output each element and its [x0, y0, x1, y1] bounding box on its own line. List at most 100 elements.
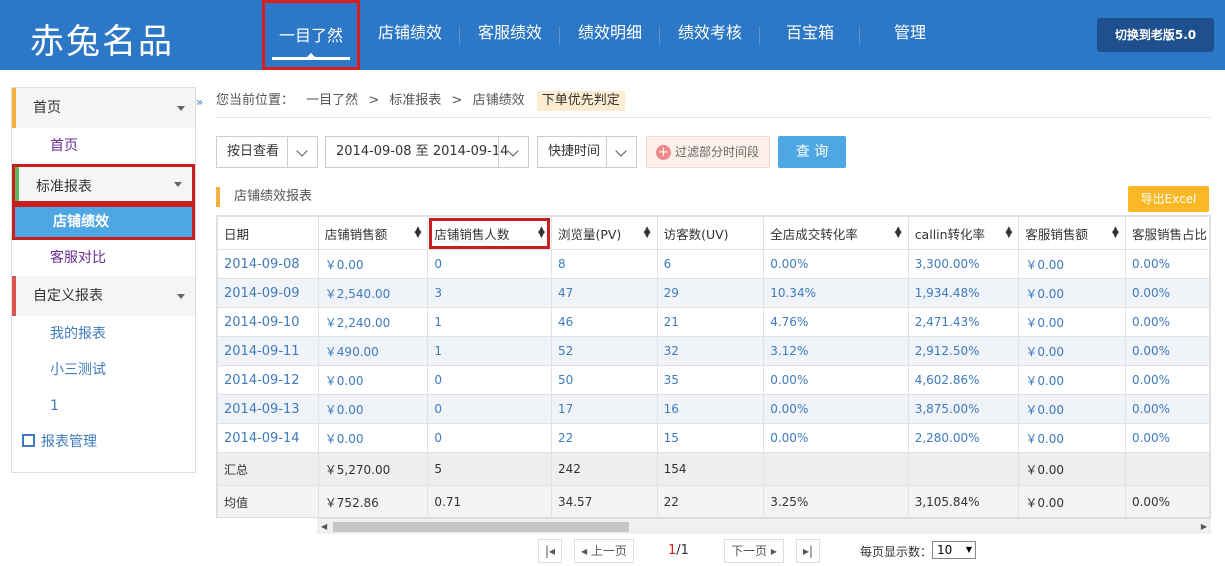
table-cell: ￥0.00: [1018, 278, 1126, 308]
sort-icon[interactable]: ▲ ▼: [1005, 226, 1012, 240]
page-indicator: 1/1: [668, 543, 689, 558]
nav-toolbox[interactable]: 百宝箱: [760, 0, 860, 70]
table-cell: ￥490.00: [317, 336, 429, 366]
sort-icon[interactable]: ▲ ▼: [414, 226, 421, 240]
table-cell: 0: [427, 249, 552, 279]
chevron-right-icon: >: [451, 93, 463, 108]
date-cell[interactable]: 2014-09-10: [217, 307, 319, 337]
sidebar-item-my-reports[interactable]: 我的报表: [12, 316, 195, 352]
sort-icon[interactable]: ▲ ▼: [1112, 226, 1119, 240]
breadcrumb-link-standard-reports[interactable]: 标准报表: [389, 93, 441, 108]
sort-icon[interactable]: ▲ ▼: [538, 226, 545, 240]
table-cell: 0.00%: [763, 394, 909, 424]
nav-overview[interactable]: 一目了然: [262, 0, 360, 70]
sidebar-group-standard-reports[interactable]: 标准报表: [12, 164, 195, 204]
date-cell[interactable]: 2014-09-14: [217, 423, 319, 453]
main-nav: 一目了然 店铺绩效 客服绩效 绩效明细 绩效考核 百宝箱 管理: [262, 0, 960, 70]
table-cell: 1: [427, 336, 552, 366]
per-page-select[interactable]: 10: [932, 541, 976, 559]
column-header[interactable]: 店铺销售额 ▲ ▼: [317, 216, 429, 250]
table-cell: ￥0.00: [1018, 394, 1126, 424]
sidebar-item-1[interactable]: 1: [12, 388, 195, 424]
table-cell: ￥0.00: [317, 249, 429, 279]
summary-row: 汇总 ￥5,270.00 5 242 154 ￥0.00: [217, 452, 1210, 486]
report-title: 店铺绩效报表: [216, 187, 312, 207]
nav-shop-performance[interactable]: 店铺绩效: [360, 0, 460, 70]
sidebar: 首页 首页 标准报表 店铺绩效 客服对比 自定义报表 我的报表 小三测试 1 报…: [11, 87, 196, 473]
next-page-button[interactable]: 下一页 ▸: [724, 539, 784, 563]
last-page-button[interactable]: ▸|: [796, 539, 820, 563]
horizontal-scrollbar[interactable]: ◀ ▶: [317, 518, 1211, 534]
sidebar-item-home[interactable]: 首页: [12, 128, 195, 164]
sidebar-item-test[interactable]: 小三测试: [12, 352, 195, 388]
switch-old-version-button[interactable]: 切换到老版5.0: [1097, 18, 1214, 52]
average-row: 均值 ￥752.86 0.71 34.57 22 3.25% 3,105.84% ￥0.00 0…: [217, 485, 1210, 517]
table-cell: ￥0.00: [1018, 423, 1126, 453]
nav-performance-detail[interactable]: 绩效明细: [560, 0, 660, 70]
table-cell: 29: [656, 278, 765, 308]
table-cell: 0.00%: [1124, 394, 1210, 424]
sidebar-item-shop-performance[interactable]: 店铺绩效: [12, 204, 195, 240]
first-page-button[interactable]: |◂: [538, 539, 562, 563]
column-header[interactable]: callin转化率 ▲ ▼: [907, 216, 1020, 250]
table-cell: 3,875.00%: [907, 394, 1020, 424]
table-cell: 4.76%: [763, 307, 909, 337]
filter-time-period-button[interactable]: + 过滤部分时间段: [646, 136, 770, 168]
order-priority-tag[interactable]: 下单优先判定: [536, 91, 625, 111]
breadcrumb-link-overview[interactable]: 一目了然: [306, 93, 358, 108]
date-cell[interactable]: 2014-09-12: [217, 365, 319, 395]
table-cell: 15: [656, 423, 765, 453]
table-cell: ￥2,540.00: [317, 278, 429, 308]
sidebar-group-home[interactable]: 首页: [12, 88, 195, 128]
table-cell: 0.00%: [763, 249, 909, 279]
date-range-picker[interactable]: 2014-09-08 至 2014-09-14: [325, 136, 529, 168]
table-cell: 52: [550, 336, 658, 366]
table-cell: ￥0.00: [317, 423, 429, 453]
table-cell: ￥752.86: [317, 485, 429, 517]
table-cell: 0.00%: [1124, 336, 1210, 366]
table-cell: 22: [656, 485, 765, 517]
table-cell: ￥5,270.00: [317, 452, 429, 486]
chevron-down-icon: [606, 137, 636, 167]
table-cell: 0.71: [427, 485, 552, 517]
table-cell: 0: [427, 365, 552, 395]
table-row: 2014-09-11 ￥490.00 1 52 32 3.12% 2,912.50% ￥0.0…: [217, 336, 1210, 366]
table-cell: 0.00%: [763, 423, 909, 453]
view-mode-select[interactable]: 按日查看: [216, 136, 318, 168]
table-cell: ￥0.00: [1018, 249, 1126, 279]
sort-icon[interactable]: ▲ ▼: [895, 226, 902, 240]
date-cell[interactable]: 2014-09-13: [217, 394, 319, 424]
table-cell: ￥0.00: [317, 365, 429, 395]
export-excel-button[interactable]: 导出Excel: [1128, 186, 1209, 212]
sidebar-group-custom-reports[interactable]: 自定义报表: [12, 276, 195, 316]
date-cell[interactable]: 2014-09-08: [217, 249, 319, 279]
column-header: 日期: [217, 216, 319, 250]
collapse-sidebar-icon[interactable]: »: [196, 95, 203, 109]
column-header[interactable]: 全店成交转化率 ▲ ▼: [763, 216, 909, 250]
table-row: 2014-09-13 ￥0.00 0 17 16 0.00% 3,875.00% ￥0.00 0…: [217, 394, 1210, 424]
nav-performance-review[interactable]: 绩效考核: [660, 0, 760, 70]
column-header[interactable]: 浏览量(PV) ▲ ▼: [550, 216, 658, 250]
table-header-row: 日期 店铺销售额 ▲ ▼ 店铺销售人数 ▲ ▼ 浏览量(PV) ▲ ▼ 访客数(UV) 全店成交转化率…: [217, 216, 1210, 250]
nav-manage[interactable]: 管理: [860, 0, 960, 70]
breadcrumb-current: 店铺绩效: [472, 93, 525, 108]
column-header[interactable]: 客服销售额 ▲ ▼: [1018, 216, 1126, 250]
table-cell: 5: [427, 452, 552, 486]
table-cell: 1,934.48%: [907, 278, 1020, 308]
query-button[interactable]: 查 询: [778, 136, 846, 168]
table-cell: 0.00%: [1124, 423, 1210, 453]
scrollbar-thumb[interactable]: [333, 522, 629, 532]
prev-page-button[interactable]: ◂ 上一页: [574, 539, 634, 563]
table-cell: 2,280.00%: [907, 423, 1020, 453]
sidebar-item-report-manage[interactable]: 报表管理: [12, 424, 195, 460]
sidebar-item-service-compare[interactable]: 客服对比: [12, 240, 195, 276]
nav-service-performance[interactable]: 客服绩效: [460, 0, 560, 70]
column-header[interactable]: 店铺销售人数 ▲ ▼: [427, 216, 552, 250]
quick-time-select[interactable]: 快捷时间: [537, 136, 637, 168]
date-cell[interactable]: 2014-09-11: [217, 336, 319, 366]
scroll-right-icon[interactable]: ▶: [1201, 522, 1207, 531]
scroll-left-icon[interactable]: ◀: [321, 522, 327, 531]
table-cell: 1: [427, 307, 552, 337]
sort-icon[interactable]: ▲ ▼: [644, 226, 651, 240]
date-cell[interactable]: 2014-09-09: [217, 278, 319, 308]
